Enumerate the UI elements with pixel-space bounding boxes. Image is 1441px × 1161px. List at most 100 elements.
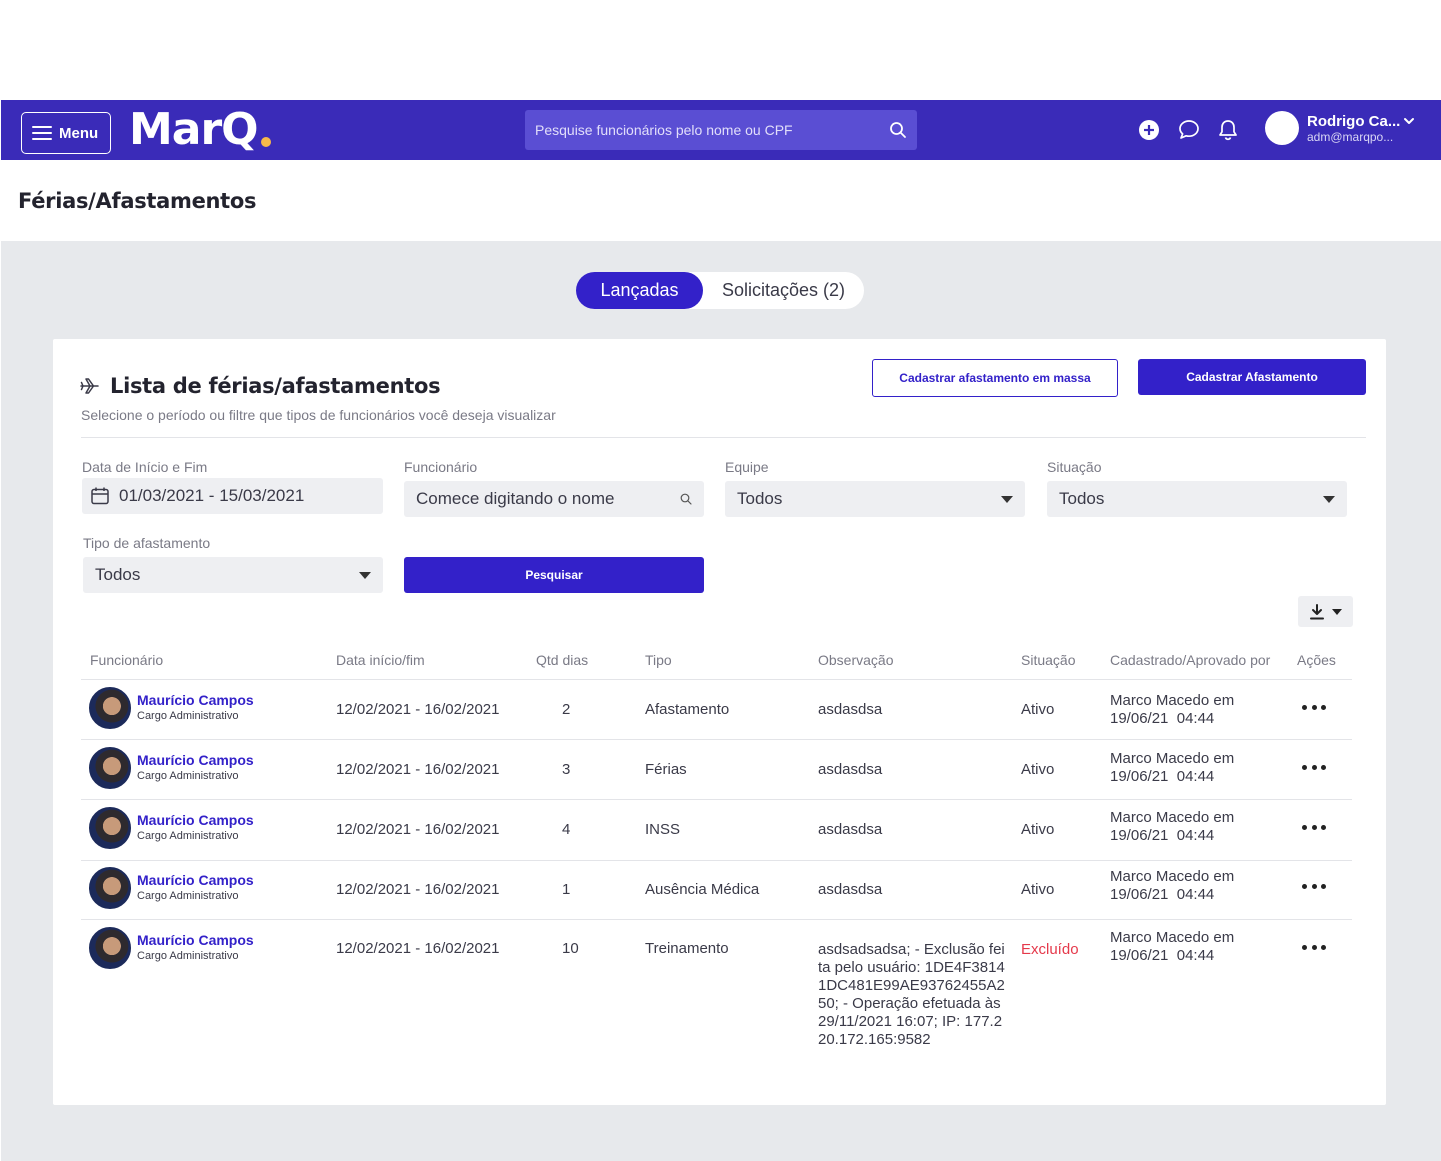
employee-name-link[interactable]: Maurício Campos: [137, 872, 254, 888]
column-header-type[interactable]: Tipo: [645, 652, 672, 668]
more-actions-icon[interactable]: [1302, 940, 1326, 954]
bulk-register-button[interactable]: Cadastrar afastamento em massa: [872, 359, 1118, 397]
chat-icon[interactable]: [1177, 118, 1201, 142]
search-button[interactable]: Pesquisar: [404, 557, 704, 593]
type-cell: Afastamento: [645, 701, 730, 718]
more-actions-icon[interactable]: [1302, 760, 1326, 774]
registered-by-date: 19/06/21 04:44: [1110, 886, 1215, 903]
list-header: Lista de férias/afastamentos: [80, 374, 441, 398]
status-filter-label: Situação: [1047, 459, 1102, 475]
registered-by-name: Marco Macedo em: [1110, 809, 1235, 826]
user-profile-menu[interactable]: Rodrigo Ca... adm@marqpo...: [1265, 111, 1415, 145]
employee-name-link[interactable]: Maurício Campos: [137, 752, 254, 768]
dropdown-caret-icon: [1323, 495, 1335, 503]
more-actions-icon[interactable]: [1302, 879, 1326, 893]
registered-by-date: 19/06/21 04:44: [1110, 768, 1215, 785]
team-select[interactable]: Todos: [725, 481, 1025, 517]
registered-by-cell: Marco Macedo em 19/06/21 04:44: [1110, 929, 1234, 965]
employee-filter-input[interactable]: [416, 489, 680, 509]
employee-role: Cargo Administrativo: [137, 830, 239, 842]
column-header-days[interactable]: Qtd dias: [536, 652, 588, 668]
divider: [81, 437, 1366, 438]
registered-by-date: 19/06/21 04:44: [1110, 710, 1215, 727]
chevron-down-icon: [1404, 118, 1414, 124]
more-actions-icon[interactable]: [1302, 700, 1326, 714]
type-cell: Treinamento: [645, 940, 729, 957]
dates-cell: 12/02/2021 - 16/02/2021: [336, 821, 500, 838]
register-leave-button[interactable]: Cadastrar Afastamento: [1138, 359, 1366, 395]
calendar-icon: [91, 487, 109, 505]
employee-cell: Maurício Campos Cargo Administrativo: [89, 747, 254, 789]
employee-photo: [89, 687, 131, 729]
employee-search-input[interactable]: [535, 122, 889, 138]
type-cell: INSS: [645, 821, 681, 838]
employee-role: Cargo Administrativo: [137, 950, 239, 962]
column-header-actions: Ações: [1297, 652, 1336, 668]
tab-switcher: Lançadas Solicitações (2): [576, 272, 864, 309]
chevron-down-icon: [1331, 608, 1342, 615]
status-cell: Ativo: [1021, 701, 1055, 718]
status-cell: Ativo: [1021, 881, 1055, 898]
tab-lancadas[interactable]: Lançadas: [576, 272, 703, 309]
user-info: Rodrigo Ca... adm@marqpo...: [1307, 113, 1415, 144]
table-divider: [81, 679, 1352, 680]
table-divider: [81, 860, 1352, 861]
employee-cell: Maurício Campos Cargo Administrativo: [89, 687, 254, 729]
hamburger-icon: [32, 125, 52, 141]
leave-type-value: Todos: [95, 565, 141, 584]
registered-by-cell: Marco Macedo em 19/06/21 04:44: [1110, 868, 1234, 904]
list-subtitle: Selecione o período ou filtre que tipos …: [81, 407, 556, 423]
observation-cell: asdasdsa: [818, 881, 883, 898]
avatar: [1265, 111, 1299, 145]
dates-cell: 12/02/2021 - 16/02/2021: [336, 761, 500, 778]
employee-name-link[interactable]: Maurício Campos: [137, 692, 254, 708]
status-select[interactable]: Todos: [1047, 481, 1347, 517]
employee-name-link[interactable]: Maurício Campos: [137, 812, 254, 828]
employee-cell: Maurício Campos Cargo Administrativo: [89, 927, 254, 969]
employee-name-link[interactable]: Maurício Campos: [137, 932, 254, 948]
column-header-status[interactable]: Situação: [1021, 652, 1075, 668]
user-email: adm@marqpo...: [1307, 129, 1394, 144]
observation-cell: asdasdsa: [818, 761, 883, 778]
logo-dot: [260, 137, 271, 147]
status-cell: Ativo: [1021, 761, 1055, 778]
status-cell: Excluído: [1021, 941, 1079, 958]
column-header-employee[interactable]: Funcionário: [90, 652, 163, 668]
employee-photo: [89, 807, 131, 849]
registered-by-cell: Marco Macedo em 19/06/21 04:44: [1110, 809, 1234, 845]
bell-icon[interactable]: [1216, 118, 1240, 142]
days-cell: 3: [562, 761, 571, 778]
dropdown-caret-icon: [359, 571, 371, 579]
search-icon[interactable]: [889, 121, 907, 139]
employee-photo: [89, 927, 131, 969]
menu-label: Menu: [59, 124, 99, 142]
column-header-dates[interactable]: Data início/fim: [336, 652, 425, 668]
marq-logo[interactable]: MarQ: [129, 103, 271, 155]
add-icon[interactable]: [1137, 118, 1161, 142]
registered-by-name: Marco Macedo em: [1110, 692, 1235, 709]
menu-button[interactable]: Menu: [21, 112, 111, 154]
download-menu-button[interactable]: [1298, 596, 1353, 627]
team-filter-label: Equipe: [725, 459, 769, 475]
date-range-field[interactable]: 01/03/2021 - 15/03/2021: [82, 478, 383, 514]
column-header-observation[interactable]: Observação: [818, 652, 893, 668]
table-divider: [81, 919, 1352, 920]
airplane-icon: [80, 378, 99, 394]
days-cell: 10: [562, 940, 579, 957]
leave-type-select[interactable]: Todos: [83, 557, 383, 593]
registered-by-date: 19/06/21 04:44: [1110, 947, 1215, 964]
table-divider: [81, 799, 1352, 800]
column-header-registered-by[interactable]: Cadastrado/Aprovado por: [1110, 652, 1270, 668]
employee-role: Cargo Administrativo: [137, 770, 239, 782]
team-select-value: Todos: [737, 489, 783, 508]
dates-cell: 12/02/2021 - 16/02/2021: [336, 881, 500, 898]
tab-solicitacoes[interactable]: Solicitações (2): [703, 272, 864, 309]
date-range-label: Data de Início e Fim: [82, 459, 208, 475]
days-cell: 4: [562, 821, 571, 838]
dates-cell: 12/02/2021 - 16/02/2021: [336, 701, 500, 718]
days-cell: 1: [562, 881, 571, 898]
more-actions-icon[interactable]: [1302, 820, 1326, 834]
type-cell: Férias: [645, 761, 687, 778]
logo-text: MarQ: [129, 103, 259, 155]
employee-cell: Maurício Campos Cargo Administrativo: [89, 807, 254, 849]
